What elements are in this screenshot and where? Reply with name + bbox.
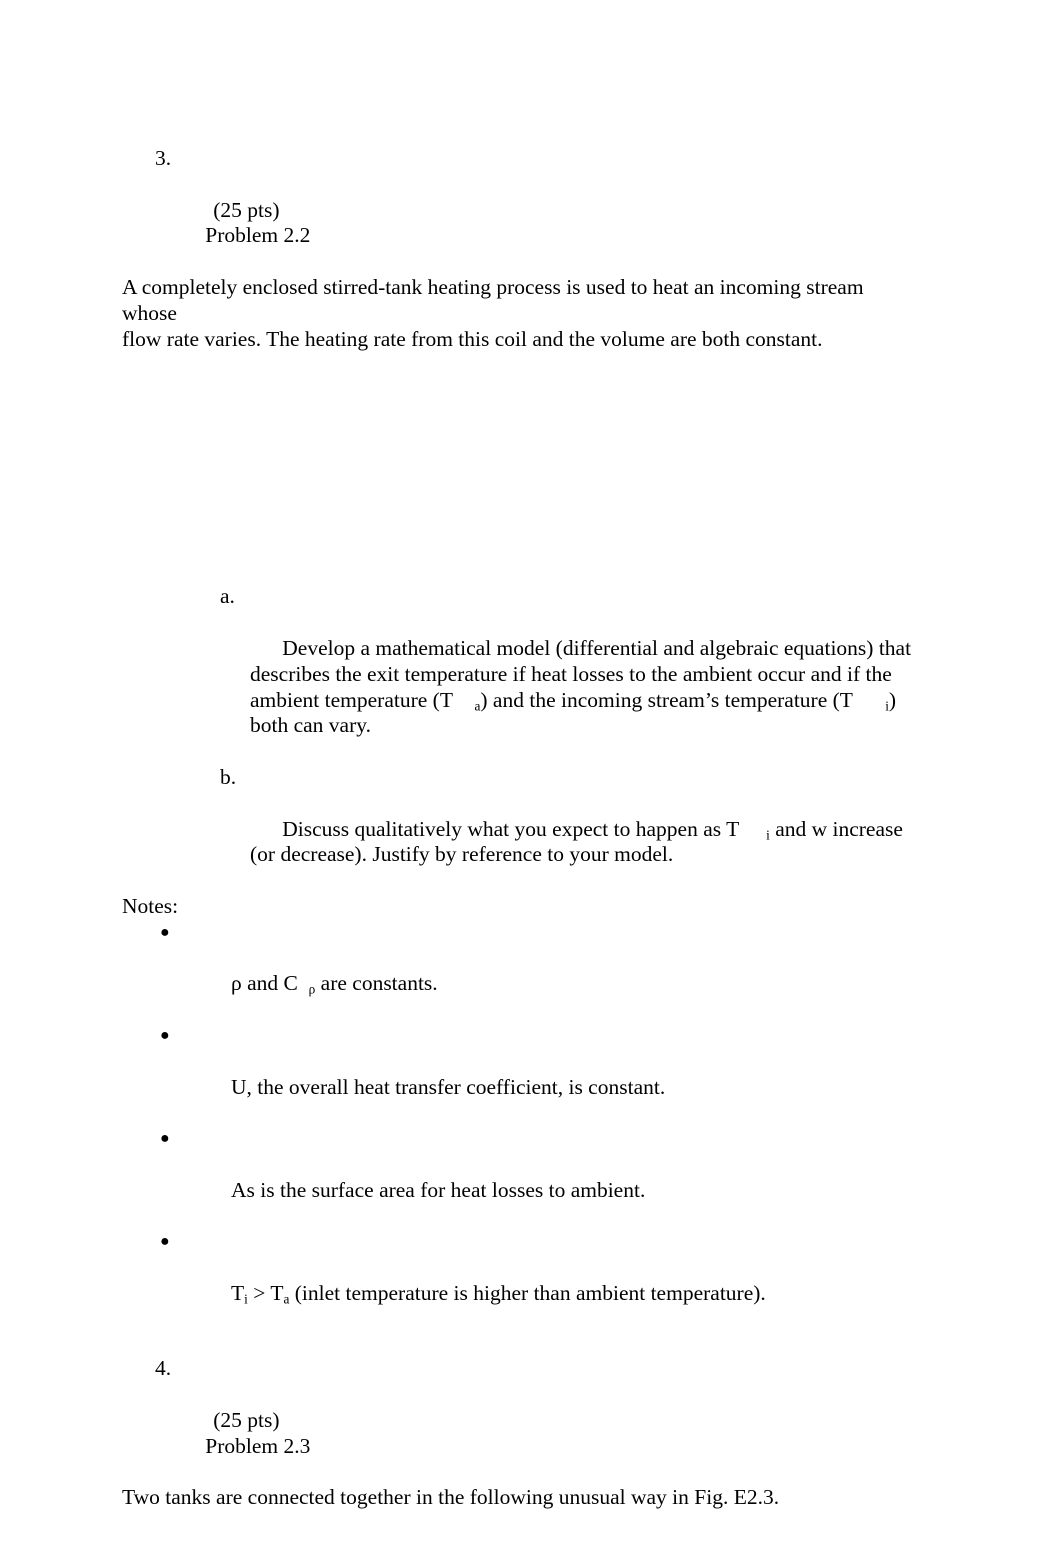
note-item: ● U, the overall heat transfer coefficie… xyxy=(122,1023,912,1126)
subscript-gap xyxy=(453,688,475,712)
problem-3-item-b-marker: b. xyxy=(220,764,237,789)
problem-4-title: Problem 2.3 xyxy=(205,1433,311,1458)
note-item: ● Ti > Ta (inlet temperature is higher t… xyxy=(122,1229,912,1332)
problem-3-notes-label: Notes: xyxy=(122,893,179,918)
problem-3-item-a: a. Develop a mathematical model (differe… xyxy=(122,584,912,765)
problem-3-title: Problem 2.2 xyxy=(205,223,311,248)
subscript-gap xyxy=(853,688,885,712)
note-text-1: T xyxy=(231,1280,245,1305)
problem-3-item-b-text-1: Discuss qualitatively what you expect to… xyxy=(282,816,740,841)
note-text-2: > T xyxy=(247,1280,284,1305)
problem-3-intro-line-2: flow rate varies. The heating rate from … xyxy=(122,326,823,351)
figure-placeholder-two-tanks xyxy=(122,1511,912,1561)
note-text-1: U, the overall heat transfer coefficient… xyxy=(231,1074,666,1099)
note-text-3: (inlet temperature is higher than ambien… xyxy=(289,1280,766,1305)
bullet-icon: ● xyxy=(160,1026,170,1044)
problem-4-points: (25 pts) xyxy=(213,1408,280,1433)
problem-3-points: (25 pts) xyxy=(213,197,280,222)
problem-3-item-b: b. Discuss qualitatively what you expect… xyxy=(122,765,912,894)
subscript-gap xyxy=(739,817,766,841)
note-item: ● ρ and C ρ are constants. xyxy=(122,920,912,1023)
problem-3-item-a-text-2: ) and the incoming stream’s temperature … xyxy=(480,687,853,712)
subscript-gap xyxy=(298,971,309,995)
problem-3-number: 3. xyxy=(155,146,172,170)
problem-3-intro-line-1: A completely enclosed stirred-tank heati… xyxy=(122,274,869,325)
note-item: ● As is the surface area for heat losses… xyxy=(122,1126,912,1229)
note-text-2: are constants. xyxy=(315,971,438,996)
bullet-icon: ● xyxy=(160,1233,170,1251)
problem-4-intro-line-1: Two tanks are connected together in the … xyxy=(122,1485,780,1510)
problem-4-number: 4. xyxy=(155,1356,172,1381)
document-body: 3. (25 pts) Problem 2.2 A completely enc… xyxy=(122,146,912,1561)
bullet-icon: ● xyxy=(160,1130,170,1148)
figure-placeholder-stirred-tank xyxy=(122,352,912,585)
problem-4-heading: 4. (25 pts) Problem 2.3 xyxy=(122,1356,912,1485)
problem-3-heading: 3. (25 pts) Problem 2.2 xyxy=(122,146,912,275)
problem-3-notes-list: ● ρ and C ρ are constants. ● U, the over… xyxy=(122,920,912,1333)
note-text-1: ρ and C xyxy=(231,971,298,996)
document-page: 3. (25 pts) Problem 2.2 A completely enc… xyxy=(0,0,1062,1561)
note-text-1: As is the surface area for heat losses t… xyxy=(231,1177,646,1202)
bullet-icon: ● xyxy=(160,923,170,941)
problem-3-item-a-marker: a. xyxy=(220,584,235,609)
